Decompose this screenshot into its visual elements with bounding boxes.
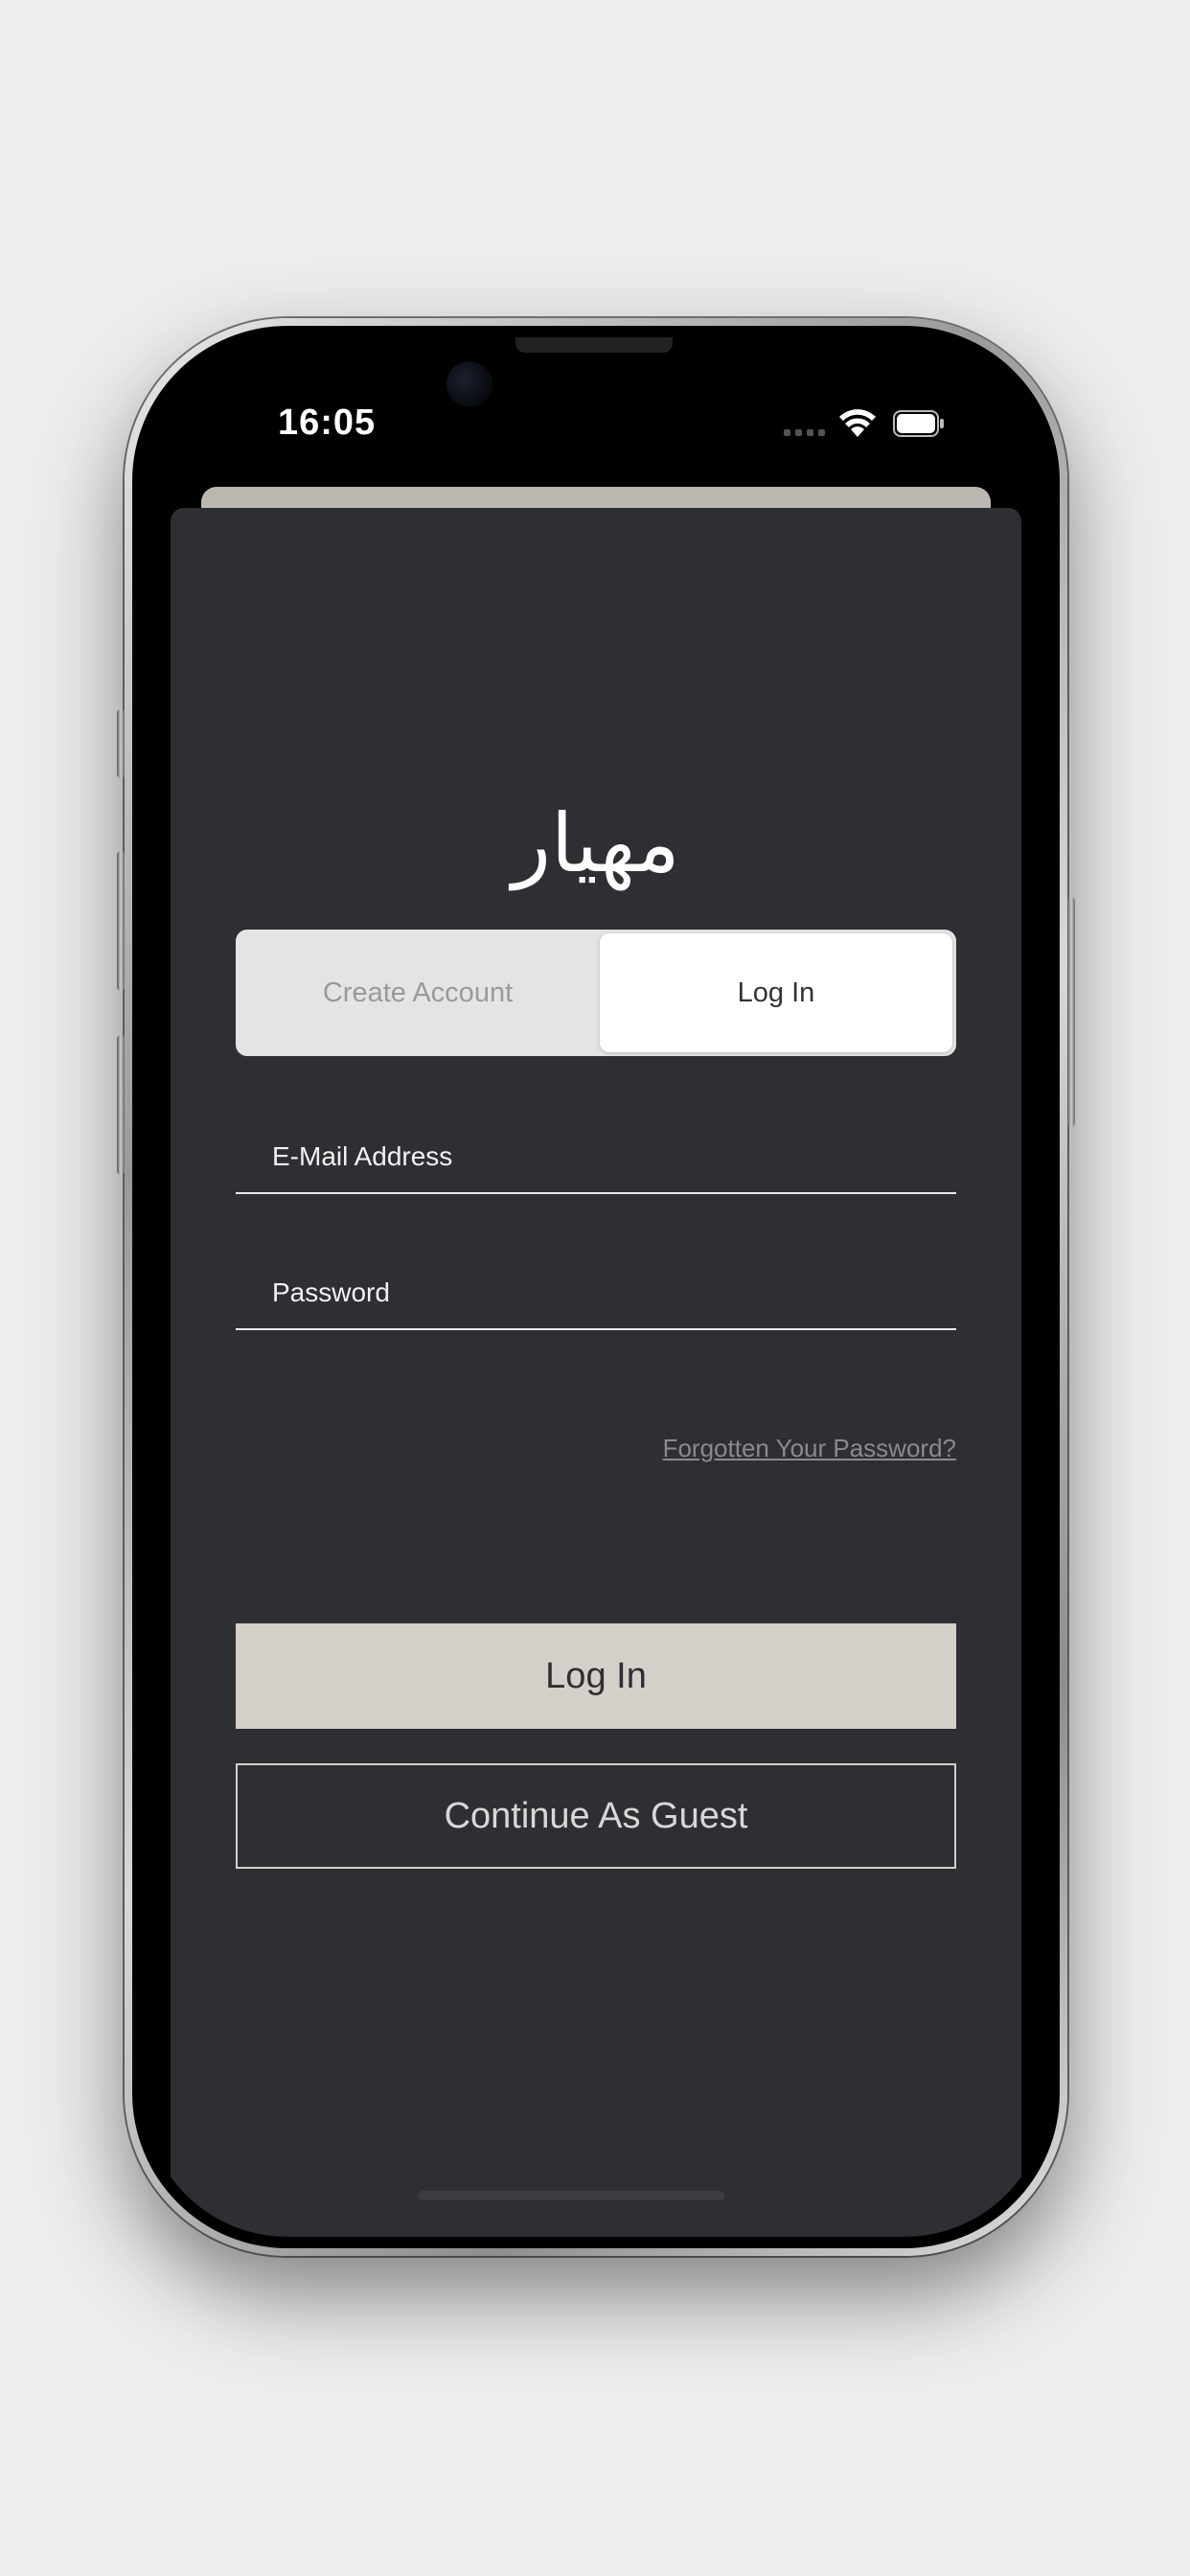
wifi-icon [839,409,876,437]
battery-icon [893,410,944,437]
phone-screen: 16:05 مهيار Create Account Log In E-Mail… [144,337,1048,2237]
home-indicator[interactable] [418,2191,724,2200]
cellular-signal-icon [784,429,825,436]
auth-mode-switch: Create Account Log In [236,930,956,1056]
forgot-password-link[interactable]: Forgotten Your Password? [663,1434,956,1463]
status-time: 16:05 [278,402,377,443]
front-camera [446,361,492,407]
tab-create-account[interactable]: Create Account [240,933,596,1052]
silent-switch [117,709,125,778]
speaker-grille [515,337,673,353]
log-in-button[interactable]: Log In [236,1623,956,1729]
power-button [1067,897,1075,1127]
email-input[interactable] [270,1140,926,1173]
page-background: 16:05 مهيار Create Account Log In E-Mail… [0,0,1190,2576]
password-input[interactable] [270,1276,926,1309]
password-field [236,1240,956,1330]
tab-log-in[interactable]: Log In [600,933,952,1052]
volume-up-button [117,851,125,991]
email-field [236,1104,956,1194]
app-logo: مهيار [512,796,680,890]
continue-as-guest-button[interactable]: Continue As Guest [236,1763,956,1869]
volume-down-button [117,1035,125,1175]
login-sheet: مهيار Create Account Log In Forgotten Yo… [171,508,1021,2237]
